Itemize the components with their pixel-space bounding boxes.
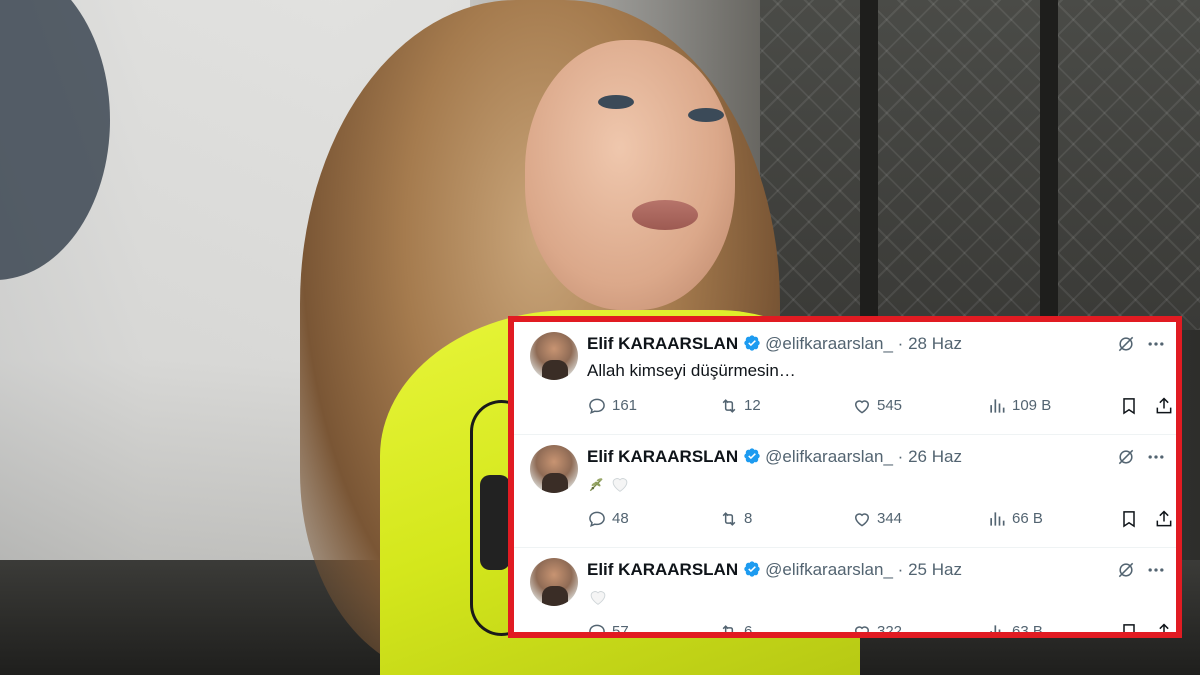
display-name[interactable]: Elif KARAARSLAN [587,560,738,579]
action-bar: 161 12 545 109 B [587,394,1172,418]
grok-icon[interactable] [1116,334,1136,354]
reply-icon [589,398,605,414]
tweet-header: Elif KARAARSLAN @elifkaraarslan_ · 28 Haz [587,334,962,354]
separator: · [897,334,904,353]
share-button[interactable] [1154,394,1174,418]
more-icon[interactable] [1146,334,1166,354]
tweet[interactable]: Elif KARAARSLAN @elifkaraarslan_ · 28 Haz… [514,322,1176,435]
view-count: 63 B [1012,623,1043,638]
white-heart-icon [612,478,628,492]
views-button[interactable]: 66 B [987,507,1043,531]
view-count: 66 B [1012,510,1043,527]
bookmark-button[interactable] [1119,507,1139,531]
white-heart-icon [590,591,606,605]
views-button[interactable]: 63 B [987,620,1043,638]
olive-branch-icon [589,478,603,492]
display-name[interactable]: Elif KARAARSLAN [587,334,738,353]
like-button[interactable]: 545 [852,394,902,418]
tweet[interactable]: Elif KARAARSLAN @elifkaraarslan_ · 26 Haz… [514,435,1176,548]
views-button[interactable]: 109 B [987,394,1051,418]
retweet-count: 6 [744,623,753,638]
retweet-count: 8 [744,510,753,527]
tweet[interactable]: Elif KARAARSLAN @elifkaraarslan_ · 25 Haz… [514,548,1176,638]
share-icon [1159,623,1169,632]
reply-count: 48 [612,510,629,527]
retweet-button[interactable]: 12 [719,394,761,418]
reply-icon [589,511,605,527]
separator: · [897,560,904,579]
retweet-icon [722,512,736,526]
views-icon [990,399,1005,413]
retweet-count: 12 [744,397,761,414]
share-icon [1156,510,1172,527]
timestamp[interactable]: 26 Haz [908,447,962,466]
avatar[interactable] [530,445,578,493]
like-button[interactable]: 344 [852,507,902,531]
bookmark-button[interactable] [1119,394,1139,418]
reply-count: 57 [612,623,629,638]
verified-badge-icon [744,561,760,577]
handle[interactable]: @elifkaraarslan_ [765,447,893,466]
grok-icon[interactable] [1116,560,1136,580]
reply-button[interactable]: 161 [587,394,637,418]
bookmark-button[interactable] [1119,620,1139,632]
tweet-emojis [587,473,631,495]
tweet-list-panel: Elif KARAARSLAN @elifkaraarslan_ · 28 Haz… [508,316,1182,638]
bookmark-icon [1123,511,1135,528]
retweet-icon [722,399,736,413]
reply-button[interactable]: 57 [587,620,629,638]
more-icon[interactable] [1146,560,1166,580]
action-bar: 57 6 322 63 B [587,620,1169,638]
reply-count: 161 [612,397,638,414]
share-button[interactable] [1154,620,1174,632]
separator: · [897,447,904,466]
retweet-button[interactable]: 6 [719,620,753,638]
display-name[interactable]: Elif KARAARSLAN [587,447,738,466]
more-icon[interactable] [1146,447,1166,467]
like-count: 344 [877,510,903,527]
like-count: 322 [877,623,903,638]
handle[interactable]: @elifkaraarslan_ [765,560,893,579]
reply-icon [589,624,605,632]
tweet-header: Elif KARAARSLAN @elifkaraarslan_ · 26 Haz [587,447,962,467]
avatar[interactable] [530,332,578,380]
like-count: 545 [877,397,903,414]
views-icon [990,625,1001,632]
action-bar: 48 8 344 66 B [587,507,1172,531]
verified-badge-icon [744,335,760,351]
bookmark-icon [1123,398,1135,415]
like-icon [854,513,870,527]
retweet-button[interactable]: 8 [719,507,752,531]
share-button[interactable] [1154,507,1174,531]
timestamp[interactable]: 25 Haz [908,560,962,579]
tweet-text: Allah kimseyi düşürmesin… [587,361,796,380]
view-count: 109 B [1012,397,1052,414]
bookmark-icon [1123,624,1135,632]
retweet-icon [722,625,734,632]
tweet-emojis [587,586,609,608]
tweet-header: Elif KARAARSLAN @elifkaraarslan_ · 25 Haz [587,560,962,580]
reply-button[interactable]: 48 [587,507,629,531]
avatar[interactable] [530,558,578,606]
grok-icon[interactable] [1116,447,1136,467]
verified-badge-icon [744,448,760,464]
like-button[interactable]: 322 [852,620,903,638]
like-icon [854,400,870,414]
share-icon [1156,397,1172,414]
views-icon [990,512,1005,526]
like-icon [854,626,870,632]
timestamp[interactable]: 28 Haz [908,334,962,353]
handle[interactable]: @elifkaraarslan_ [765,334,893,353]
